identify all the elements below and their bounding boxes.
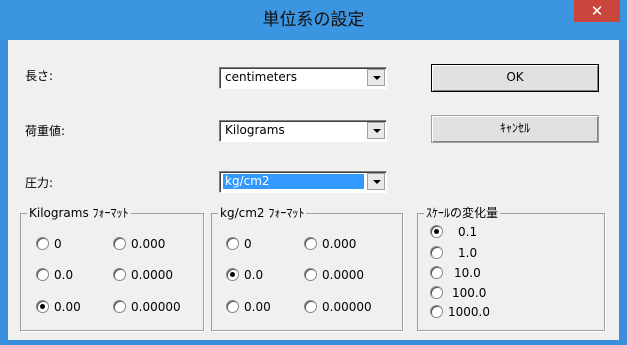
option-label: 10.0	[454, 266, 481, 280]
option-label: 0.000	[131, 237, 166, 251]
option-label: 0	[54, 237, 62, 251]
pressure-value: kg/cm2	[223, 174, 364, 189]
kilograms-format-legend: Kilograms ﾌｫｰﾏｯﾄ	[27, 206, 131, 220]
option-label: 0.00000	[322, 300, 372, 314]
kilograms-format-group: Kilograms ﾌｫｰﾏｯﾄ 0 0.000 0.0 0.0000 0.00…	[20, 206, 204, 331]
radio-icon[interactable]	[226, 268, 239, 281]
option-label: 100.0	[452, 286, 487, 300]
radio-icon[interactable]	[226, 237, 239, 250]
radio-icon[interactable]	[36, 237, 49, 250]
pressure-format-group: kg/cm2 ﾌｫｰﾏｯﾄ 0 0.000 0.0 0.0000 0.00 0.…	[211, 206, 403, 331]
close-button[interactable]: ✕	[574, 0, 620, 22]
option-label: 0.1	[458, 225, 478, 239]
load-label: 荷重値:	[25, 124, 66, 138]
option-label: 0.00	[244, 300, 271, 314]
radio-icon[interactable]	[304, 300, 317, 313]
scale-group: ｽｹｰﾙの変化量 0.1 1.0 10.0 100.0 1000.0	[417, 206, 605, 331]
ok-button[interactable]: OK	[431, 64, 599, 92]
chevron-down-icon[interactable]	[367, 173, 385, 190]
pressure-label: 圧力:	[25, 176, 54, 190]
radio-icon[interactable]	[113, 237, 126, 250]
radio-icon[interactable]	[36, 300, 49, 313]
radio-icon[interactable]	[430, 266, 443, 279]
radio-icon[interactable]	[430, 286, 443, 299]
option-label: 0.0	[244, 268, 264, 282]
option-label: 0.0	[54, 268, 74, 282]
option-label: 0.000	[322, 237, 357, 251]
option-label: 0.0000	[322, 268, 364, 282]
pressure-format-legend: kg/cm2 ﾌｫｰﾏｯﾄ	[218, 206, 307, 220]
chevron-down-icon[interactable]	[367, 122, 385, 139]
option-label: 0	[244, 237, 252, 251]
radio-icon[interactable]	[430, 225, 443, 238]
length-value: centimeters	[225, 70, 297, 84]
dialog-body: 長さ: centimeters 荷重値: Kilograms 圧力: kg/cm…	[8, 40, 619, 340]
pressure-combobox[interactable]: kg/cm2	[219, 171, 387, 193]
radio-icon[interactable]	[36, 268, 49, 281]
option-label: 1.0	[458, 246, 478, 260]
load-value: Kilograms	[225, 123, 285, 137]
radio-icon[interactable]	[113, 268, 126, 281]
radio-icon[interactable]	[113, 300, 126, 313]
length-label: 長さ:	[25, 69, 54, 83]
radio-icon[interactable]	[304, 268, 317, 281]
radio-icon[interactable]	[304, 237, 317, 250]
option-label: 0.0000	[131, 268, 173, 282]
scale-legend: ｽｹｰﾙの変化量	[424, 206, 501, 220]
radio-icon[interactable]	[430, 305, 443, 318]
radio-icon[interactable]	[430, 246, 443, 259]
option-label: 0.00000	[131, 300, 181, 314]
window-title: 単位系の設定	[262, 10, 365, 30]
option-label: 0.00	[54, 300, 81, 314]
radio-icon[interactable]	[226, 300, 239, 313]
option-label: 1000.0	[448, 305, 490, 319]
cancel-button[interactable]: ｷｬﾝｾﾙ	[431, 115, 599, 143]
chevron-down-icon[interactable]	[367, 69, 385, 86]
length-combobox[interactable]: centimeters	[219, 67, 387, 89]
load-combobox[interactable]: Kilograms	[219, 120, 387, 142]
